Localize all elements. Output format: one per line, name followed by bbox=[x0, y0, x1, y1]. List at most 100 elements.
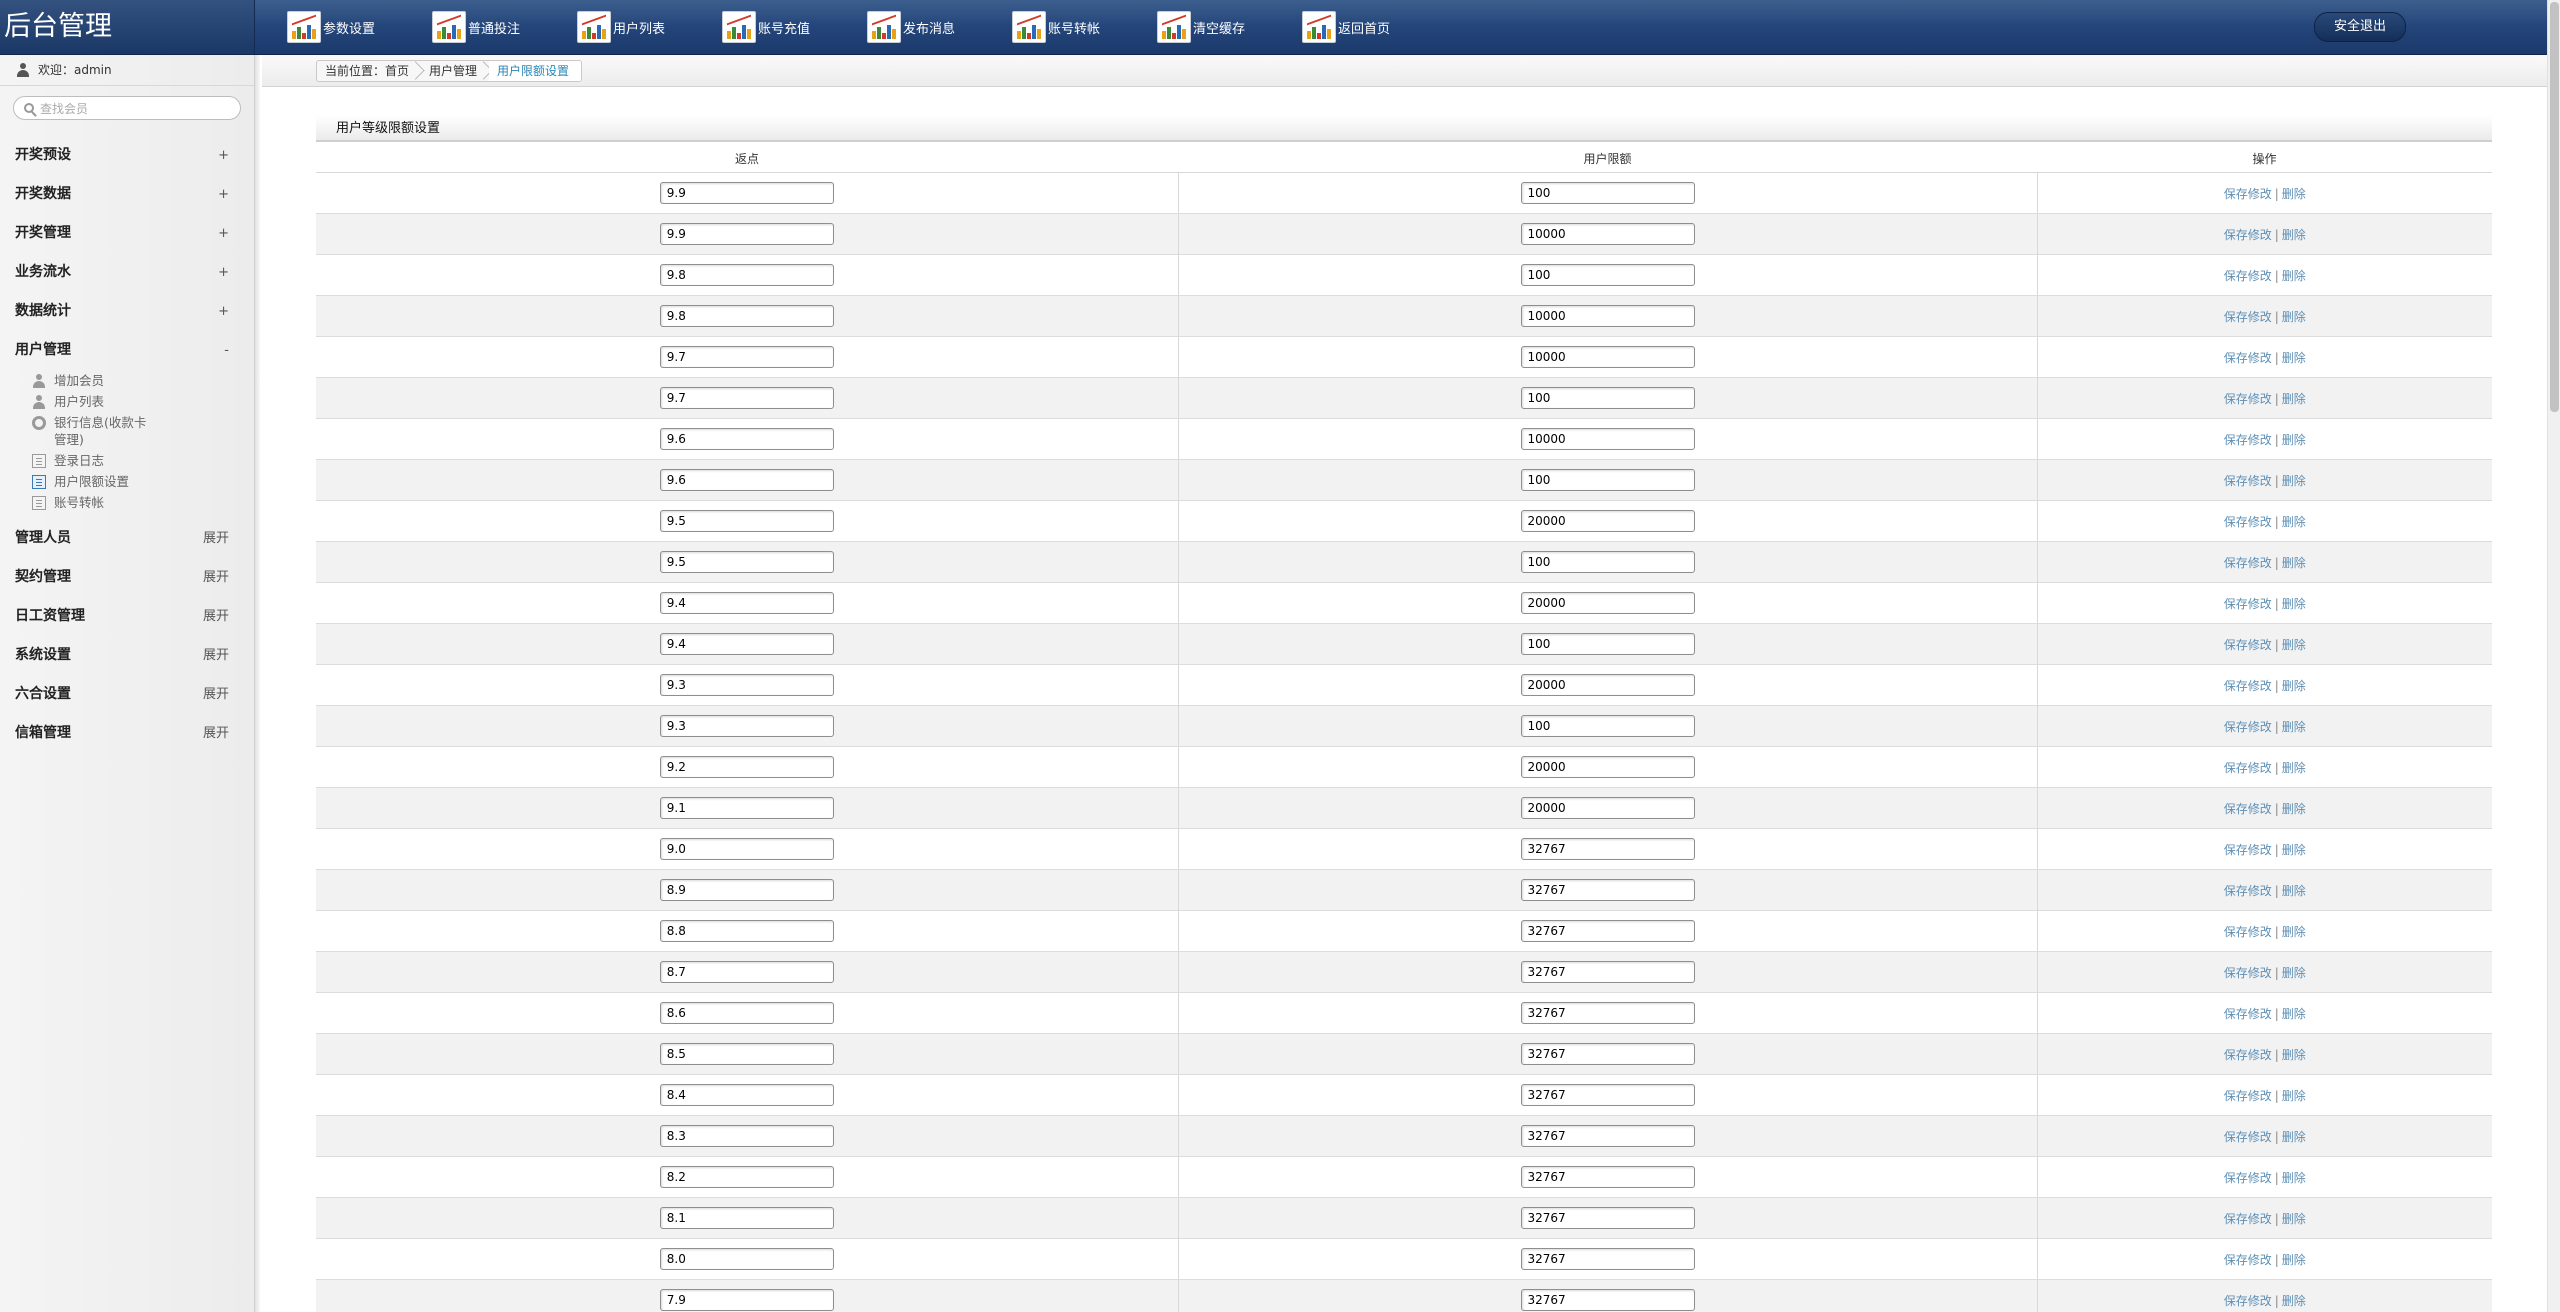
limit-input[interactable] bbox=[1520, 428, 1695, 450]
limit-input[interactable] bbox=[1520, 756, 1695, 778]
save-changes-link[interactable]: 保存修改 bbox=[2224, 1294, 2272, 1308]
delete-link[interactable]: 删除 bbox=[2282, 556, 2306, 570]
save-changes-link[interactable]: 保存修改 bbox=[2224, 474, 2272, 488]
limit-input[interactable] bbox=[1520, 305, 1695, 327]
rebate-input[interactable] bbox=[659, 1002, 834, 1024]
delete-link[interactable]: 删除 bbox=[2282, 843, 2306, 857]
rebate-input[interactable] bbox=[659, 551, 834, 573]
save-changes-link[interactable]: 保存修改 bbox=[2224, 597, 2272, 611]
rebate-input[interactable] bbox=[659, 715, 834, 737]
sidebar-group[interactable]: 系统设置 展开 bbox=[0, 636, 254, 675]
delete-link[interactable]: 删除 bbox=[2282, 720, 2306, 734]
save-changes-link[interactable]: 保存修改 bbox=[2224, 1089, 2272, 1103]
delete-link[interactable]: 删除 bbox=[2282, 1294, 2306, 1308]
delete-link[interactable]: 删除 bbox=[2282, 966, 2306, 980]
limit-input[interactable] bbox=[1520, 346, 1695, 368]
rebate-input[interactable] bbox=[659, 674, 834, 696]
sidebar-group-toggle[interactable]: 展开 bbox=[203, 714, 229, 753]
limit-input[interactable] bbox=[1520, 387, 1695, 409]
sidebar-group[interactable]: 业务流水 + bbox=[0, 253, 254, 292]
rebate-input[interactable] bbox=[659, 756, 834, 778]
limit-input[interactable] bbox=[1520, 1207, 1695, 1229]
limit-input[interactable] bbox=[1520, 879, 1695, 901]
nav-account-recharge[interactable]: 账号充值 bbox=[722, 9, 810, 45]
limit-input[interactable] bbox=[1520, 592, 1695, 614]
limit-input[interactable] bbox=[1520, 223, 1695, 245]
delete-link[interactable]: 删除 bbox=[2282, 1007, 2306, 1021]
delete-link[interactable]: 删除 bbox=[2282, 187, 2306, 201]
save-changes-link[interactable]: 保存修改 bbox=[2224, 187, 2272, 201]
logout-button[interactable]: 安全退出 bbox=[2314, 12, 2406, 42]
nav-home[interactable]: 返回首页 bbox=[1302, 9, 1390, 45]
save-changes-link[interactable]: 保存修改 bbox=[2224, 884, 2272, 898]
delete-link[interactable]: 删除 bbox=[2282, 310, 2306, 324]
delete-link[interactable]: 删除 bbox=[2282, 761, 2306, 775]
nav-clear-cache[interactable]: 清空缓存 bbox=[1157, 9, 1245, 45]
sidebar-group-toggle[interactable]: + bbox=[218, 253, 229, 292]
limit-input[interactable] bbox=[1520, 182, 1695, 204]
delete-link[interactable]: 删除 bbox=[2282, 392, 2306, 406]
sidebar-item[interactable]: 银行信息(收款卡管理) bbox=[0, 414, 254, 448]
save-changes-link[interactable]: 保存修改 bbox=[2224, 1212, 2272, 1226]
sidebar-group[interactable]: 开奖数据 + bbox=[0, 175, 254, 214]
save-changes-link[interactable]: 保存修改 bbox=[2224, 1253, 2272, 1267]
delete-link[interactable]: 删除 bbox=[2282, 269, 2306, 283]
limit-input[interactable] bbox=[1520, 510, 1695, 532]
limit-input[interactable] bbox=[1520, 1289, 1695, 1311]
sidebar-item[interactable]: 登录日志 bbox=[0, 452, 254, 469]
rebate-input[interactable] bbox=[659, 879, 834, 901]
nav-account-transfer[interactable]: 账号转帐 bbox=[1012, 9, 1100, 45]
rebate-input[interactable] bbox=[659, 961, 834, 983]
save-changes-link[interactable]: 保存修改 bbox=[2224, 1130, 2272, 1144]
delete-link[interactable]: 删除 bbox=[2282, 351, 2306, 365]
sidebar-item[interactable]: 增加会员 bbox=[0, 372, 254, 389]
save-changes-link[interactable]: 保存修改 bbox=[2224, 392, 2272, 406]
save-changes-link[interactable]: 保存修改 bbox=[2224, 720, 2272, 734]
sidebar-group[interactable]: 数据统计 + bbox=[0, 292, 254, 331]
breadcrumb-item[interactable]: 当前位置：首页 bbox=[317, 61, 421, 81]
delete-link[interactable]: 删除 bbox=[2282, 925, 2306, 939]
delete-link[interactable]: 删除 bbox=[2282, 228, 2306, 242]
sidebar-group-toggle[interactable]: + bbox=[218, 292, 229, 331]
rebate-input[interactable] bbox=[659, 510, 834, 532]
limit-input[interactable] bbox=[1520, 1002, 1695, 1024]
save-changes-link[interactable]: 保存修改 bbox=[2224, 433, 2272, 447]
save-changes-link[interactable]: 保存修改 bbox=[2224, 1171, 2272, 1185]
limit-input[interactable] bbox=[1520, 715, 1695, 737]
rebate-input[interactable] bbox=[659, 1084, 834, 1106]
limit-input[interactable] bbox=[1520, 1166, 1695, 1188]
sidebar-group[interactable]: 信箱管理 展开 bbox=[0, 714, 254, 753]
rebate-input[interactable] bbox=[659, 1043, 834, 1065]
sidebar-group[interactable]: 用户管理 - bbox=[0, 331, 254, 370]
delete-link[interactable]: 删除 bbox=[2282, 597, 2306, 611]
rebate-input[interactable] bbox=[659, 182, 834, 204]
limit-input[interactable] bbox=[1520, 1125, 1695, 1147]
save-changes-link[interactable]: 保存修改 bbox=[2224, 638, 2272, 652]
sidebar-group[interactable]: 契约管理 展开 bbox=[0, 558, 254, 597]
limit-input[interactable] bbox=[1520, 920, 1695, 942]
nav-param-settings[interactable]: 参数设置 bbox=[287, 9, 375, 45]
limit-input[interactable] bbox=[1520, 1084, 1695, 1106]
save-changes-link[interactable]: 保存修改 bbox=[2224, 679, 2272, 693]
delete-link[interactable]: 删除 bbox=[2282, 1048, 2306, 1062]
search-member-input[interactable]: 查找会员 bbox=[13, 96, 241, 120]
rebate-input[interactable] bbox=[659, 264, 834, 286]
delete-link[interactable]: 删除 bbox=[2282, 1212, 2306, 1226]
sidebar-group[interactable]: 管理人员 展开 bbox=[0, 519, 254, 558]
rebate-input[interactable] bbox=[659, 1207, 834, 1229]
save-changes-link[interactable]: 保存修改 bbox=[2224, 228, 2272, 242]
save-changes-link[interactable]: 保存修改 bbox=[2224, 1007, 2272, 1021]
limit-input[interactable] bbox=[1520, 1248, 1695, 1270]
sidebar-item[interactable]: 用户列表 bbox=[0, 393, 254, 410]
nav-normal-bet[interactable]: 普通投注 bbox=[432, 9, 520, 45]
delete-link[interactable]: 删除 bbox=[2282, 802, 2306, 816]
rebate-input[interactable] bbox=[659, 305, 834, 327]
save-changes-link[interactable]: 保存修改 bbox=[2224, 925, 2272, 939]
sidebar-group-toggle[interactable]: 展开 bbox=[203, 636, 229, 675]
save-changes-link[interactable]: 保存修改 bbox=[2224, 1048, 2272, 1062]
save-changes-link[interactable]: 保存修改 bbox=[2224, 351, 2272, 365]
rebate-input[interactable] bbox=[659, 838, 834, 860]
rebate-input[interactable] bbox=[659, 633, 834, 655]
sidebar-group-toggle[interactable]: 展开 bbox=[203, 519, 229, 558]
save-changes-link[interactable]: 保存修改 bbox=[2224, 802, 2272, 816]
